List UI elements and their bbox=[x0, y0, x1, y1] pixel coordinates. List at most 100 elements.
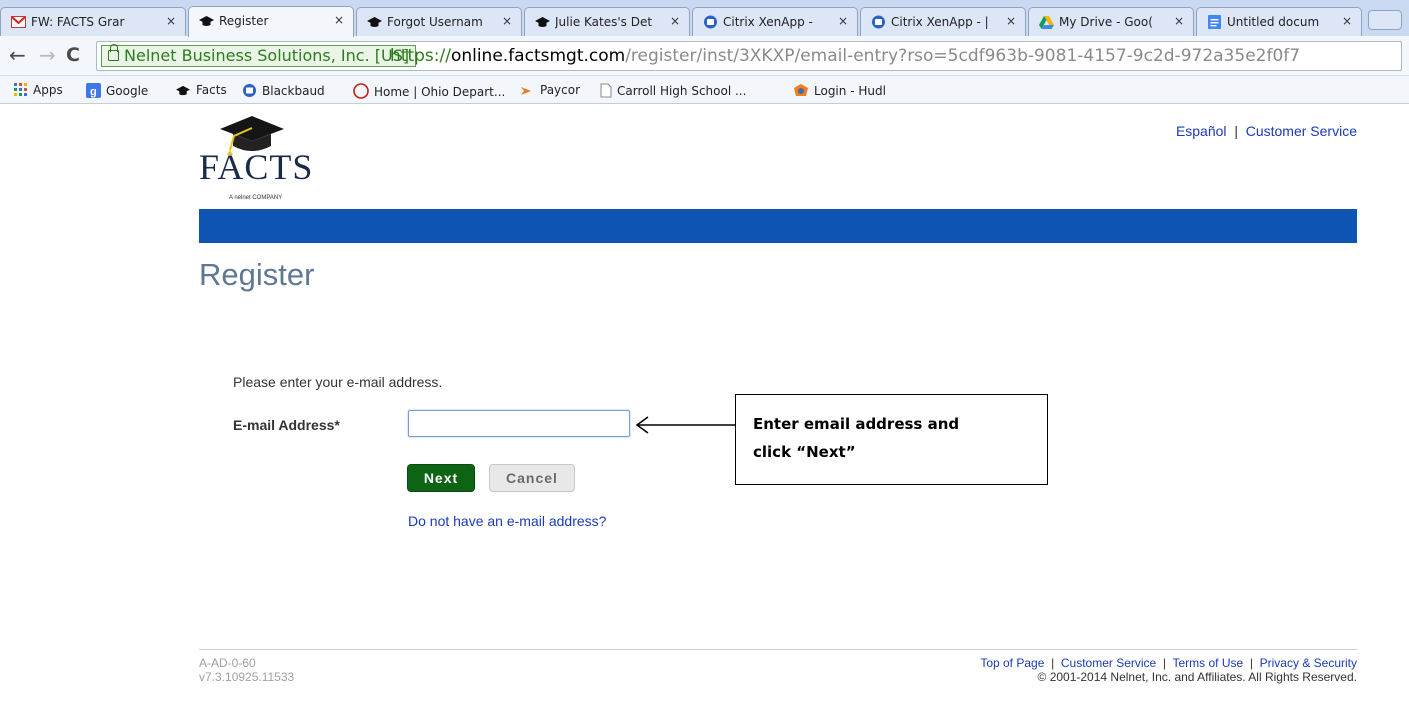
close-icon[interactable]: × bbox=[1174, 14, 1184, 28]
url-host: online.factsmgt.com bbox=[450, 46, 626, 66]
logo-tagline: A nelnet COMPANY bbox=[229, 195, 283, 201]
bookmark-apps[interactable]: Apps bbox=[14, 83, 63, 97]
link-separator: | bbox=[1051, 656, 1055, 670]
paycor-icon bbox=[521, 87, 531, 95]
bookmark-blackbaud[interactable]: Blackbaud bbox=[242, 83, 325, 98]
header-banner bbox=[199, 209, 1357, 243]
footer-version-info: A-AD-0-60 v7.3.10925.11533 bbox=[199, 656, 294, 684]
privacy-security-link[interactable]: Privacy & Security bbox=[1260, 656, 1357, 670]
tab-google-drive[interactable]: My Drive - Goo( × bbox=[1028, 7, 1194, 36]
instruction-callout: Enter email address and click “Next” bbox=[735, 394, 1048, 485]
cancel-button[interactable]: Cancel bbox=[489, 464, 575, 492]
ohio-icon bbox=[353, 83, 369, 99]
email-label: E-mail Address* bbox=[233, 417, 340, 433]
link-separator: | bbox=[1234, 123, 1238, 139]
close-icon[interactable]: × bbox=[838, 14, 848, 28]
google-icon: g bbox=[86, 83, 101, 98]
reload-icon[interactable]: C bbox=[66, 45, 80, 65]
tab-title: Register bbox=[219, 14, 269, 28]
graduation-cap-icon bbox=[535, 17, 550, 27]
browser-toolbar: ← → C Nelnet Business Solutions, Inc. [U… bbox=[0, 36, 1409, 76]
tab-title: FW: FACTS Grar bbox=[31, 15, 125, 29]
citrix-icon bbox=[704, 15, 717, 29]
tab-julie-kates[interactable]: Julie Kates's Det × bbox=[524, 7, 690, 36]
tab-citrix-1[interactable]: Citrix XenApp - × bbox=[692, 7, 858, 36]
close-icon[interactable]: × bbox=[1342, 14, 1352, 28]
ev-certificate-badge[interactable]: Nelnet Business Solutions, Inc. [US] bbox=[101, 44, 417, 67]
url-text: https://online.factsmgt.com/register/ins… bbox=[390, 46, 1300, 66]
callout-line-2: click “Next” bbox=[753, 443, 856, 461]
hudl-icon bbox=[794, 84, 808, 96]
tab-citrix-2[interactable]: Citrix XenApp - | × bbox=[860, 7, 1026, 36]
close-icon[interactable]: × bbox=[334, 13, 344, 27]
back-arrow-icon[interactable]: ← bbox=[9, 45, 26, 65]
bookmark-label: Google bbox=[106, 84, 149, 98]
url-scheme: https:// bbox=[390, 46, 451, 66]
citrix-icon bbox=[872, 15, 885, 29]
graduation-cap-icon bbox=[176, 85, 190, 96]
close-icon[interactable]: × bbox=[166, 14, 176, 28]
bookmark-label: Login - Hudl bbox=[814, 84, 886, 98]
bookmark-label: Carroll High School ... bbox=[617, 84, 747, 98]
bookmark-ohio[interactable]: Home | Ohio Depart... bbox=[353, 83, 505, 99]
bookmark-label: Blackbaud bbox=[262, 84, 325, 98]
version-number: v7.3.10925.11533 bbox=[199, 670, 295, 684]
gmail-icon bbox=[11, 16, 26, 28]
forward-arrow-icon[interactable]: → bbox=[39, 45, 56, 65]
bookmark-label: Home | Ohio Depart... bbox=[374, 85, 506, 99]
footer-links: Top of Page | Customer Service | Terms o… bbox=[980, 656, 1357, 684]
header-links: Español | Customer Service bbox=[1176, 123, 1357, 139]
email-prompt: Please enter your e-mail address. bbox=[233, 374, 443, 390]
bookmark-label: Paycor bbox=[540, 83, 581, 97]
citrix-icon bbox=[243, 84, 256, 97]
callout-line-1: Enter email address and bbox=[753, 415, 960, 433]
annotation-arrow-icon bbox=[635, 416, 735, 434]
facts-logo[interactable]: FACTS A nelnet COMPANY bbox=[199, 114, 329, 204]
tab-title: My Drive - Goo( bbox=[1059, 15, 1153, 29]
google-drive-icon bbox=[1039, 16, 1054, 29]
bookmark-hudl[interactable]: Login - Hudl bbox=[793, 83, 886, 98]
close-icon[interactable]: × bbox=[1006, 14, 1016, 28]
tab-strip: FW: FACTS Grar × Register × Forgot Usern… bbox=[0, 0, 1409, 37]
link-separator: | bbox=[1162, 656, 1167, 670]
bookmark-label: Facts bbox=[196, 83, 227, 97]
bookmark-paycor[interactable]: Paycor bbox=[521, 83, 580, 97]
logo-wordmark: FACTS bbox=[199, 147, 314, 187]
espanol-link[interactable]: Español bbox=[1176, 123, 1227, 139]
terms-of-use-link[interactable]: Terms of Use bbox=[1172, 656, 1243, 670]
tab-google-docs[interactable]: Untitled docum × bbox=[1196, 7, 1362, 36]
tab-title: Citrix XenApp - bbox=[723, 15, 813, 29]
google-docs-icon bbox=[1208, 15, 1221, 29]
no-email-link[interactable]: Do not have an e-mail address? bbox=[408, 513, 606, 529]
graduation-cap-icon bbox=[199, 16, 214, 26]
bookmark-facts[interactable]: Facts bbox=[175, 83, 227, 97]
next-button[interactable]: Next bbox=[407, 464, 475, 492]
tab-title: Forgot Usernam bbox=[387, 15, 483, 29]
tab-register[interactable]: Register × bbox=[188, 6, 354, 37]
customer-service-link[interactable]: Customer Service bbox=[1246, 123, 1357, 139]
footer-customer-service-link[interactable]: Customer Service bbox=[1061, 656, 1156, 670]
tab-forgot-username[interactable]: Forgot Usernam × bbox=[356, 7, 522, 36]
page-code: A-AD-0-60 bbox=[199, 656, 256, 670]
address-bar[interactable]: Nelnet Business Solutions, Inc. [US] htt… bbox=[96, 41, 1402, 71]
tab-title: Julie Kates's Det bbox=[555, 15, 653, 29]
bookmarks-bar: Apps g Google Facts Blackbaud Home | Ohio… bbox=[0, 76, 1409, 104]
apps-grid-icon bbox=[14, 83, 27, 96]
graduation-cap-icon bbox=[367, 17, 382, 27]
url-path: /register/inst/3XKXP/email-entry?rso=5cd… bbox=[625, 46, 1301, 66]
link-separator: | bbox=[1249, 656, 1253, 670]
bookmark-google[interactable]: g Google bbox=[86, 83, 148, 98]
tab-title: Citrix XenApp - | bbox=[891, 15, 989, 29]
bookmark-carroll[interactable]: Carroll High School ... bbox=[600, 83, 746, 98]
copyright: © 2001-2014 Nelnet, Inc. and Affiliates.… bbox=[1037, 670, 1357, 684]
close-icon[interactable]: × bbox=[670, 14, 680, 28]
top-of-page-link[interactable]: Top of Page bbox=[980, 656, 1044, 670]
page-icon bbox=[600, 83, 612, 98]
tab-gmail[interactable]: FW: FACTS Grar × bbox=[0, 7, 186, 36]
email-field[interactable] bbox=[408, 410, 630, 437]
footer-divider bbox=[199, 649, 1357, 650]
new-tab-button[interactable] bbox=[1368, 10, 1402, 30]
close-icon[interactable]: × bbox=[502, 14, 512, 28]
lock-icon bbox=[108, 44, 119, 61]
ev-certificate-label: Nelnet Business Solutions, Inc. [US] bbox=[124, 46, 410, 65]
